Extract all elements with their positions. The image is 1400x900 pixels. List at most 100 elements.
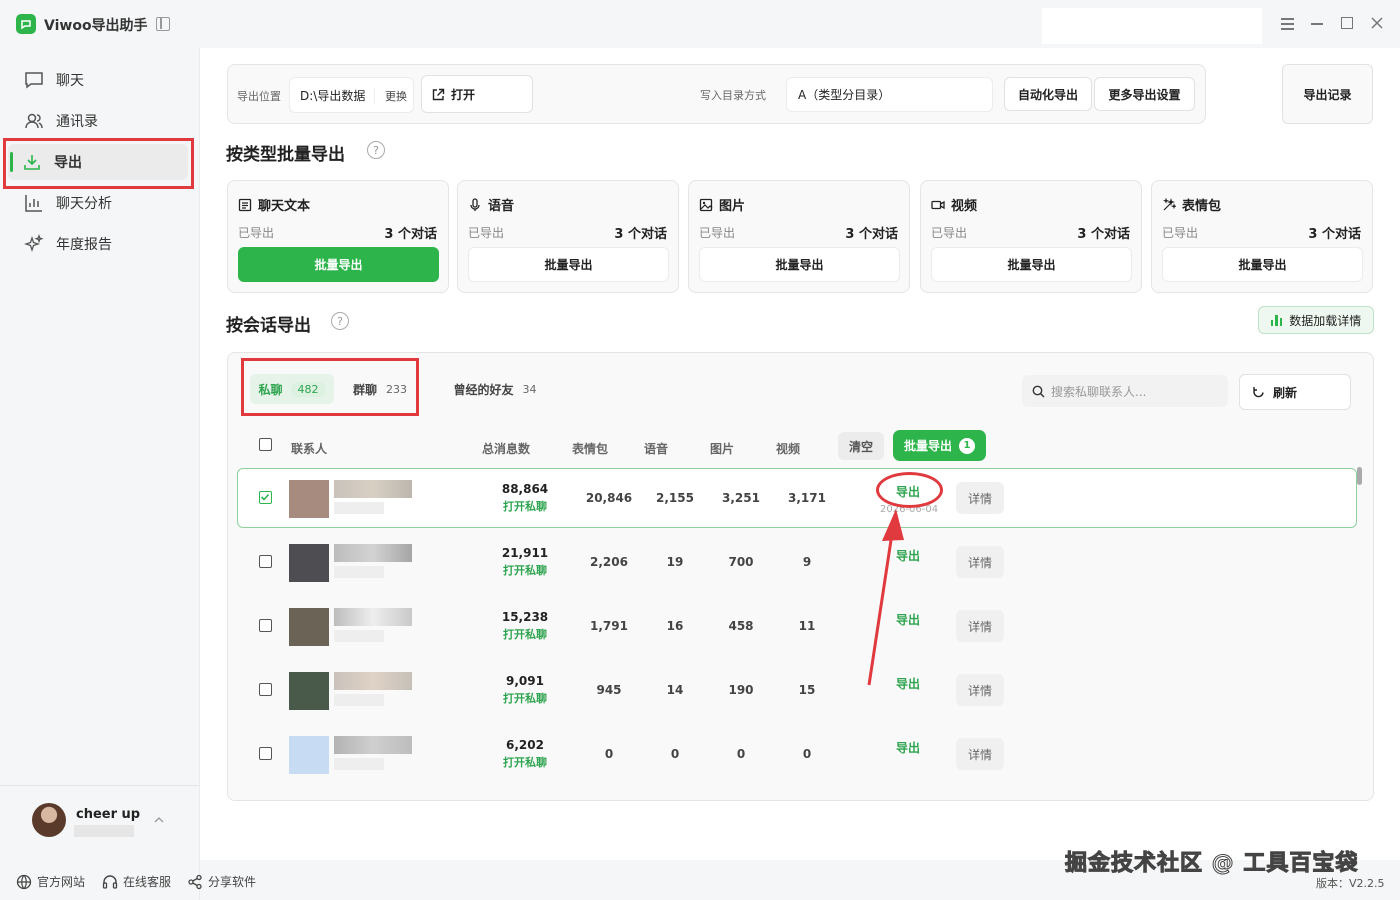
dir-mode-select[interactable]: A（类型分目录） xyxy=(786,77,993,112)
refresh-label: 刷新 xyxy=(1273,385,1298,400)
row-detail-button[interactable]: 详情 xyxy=(956,738,1004,770)
app-logo-icon xyxy=(16,14,36,34)
row-sticker: 2,206 xyxy=(590,555,628,569)
footer-official-site[interactable]: 官方网站 xyxy=(16,873,85,890)
exported-label: 已导出 xyxy=(931,226,968,240)
row-total: 88,864 xyxy=(501,482,549,496)
exported-count: 3 个对话 xyxy=(1077,227,1130,242)
tab-count-badge: 34 xyxy=(522,382,537,396)
exported-label: 已导出 xyxy=(238,226,275,240)
batch-export-button[interactable]: 批量导出 xyxy=(931,247,1132,282)
sidebar-item-contacts[interactable]: 通讯录 xyxy=(10,103,190,139)
tab-group-chat[interactable]: 群聊 233 xyxy=(345,374,415,404)
annotation-ellipse xyxy=(876,472,943,508)
session-section-title: 按会话导出 xyxy=(226,316,311,336)
sidebar-item-chat[interactable]: 聊天 xyxy=(10,62,190,98)
col-image[interactable]: 图片 xyxy=(710,440,734,457)
exported-label: 已导出 xyxy=(699,226,736,240)
scrollbar-thumb[interactable] xyxy=(1357,467,1362,485)
open-chat-link[interactable]: 打开私聊 xyxy=(490,754,560,770)
row-checkbox[interactable] xyxy=(259,683,272,696)
annotation-arrow xyxy=(867,509,904,686)
auto-export-button[interactable]: 自动化导出 xyxy=(1004,77,1092,111)
contact-name-redacted xyxy=(334,736,412,754)
change-path-button[interactable]: 更换 xyxy=(374,88,407,104)
sidebar-item-annual-report[interactable]: 年度报告 xyxy=(10,226,190,262)
contact-avatar xyxy=(289,480,329,518)
refresh-button[interactable]: 刷新 xyxy=(1239,374,1351,410)
batch-card-title: 视频 xyxy=(931,195,977,214)
footer-online-support[interactable]: 在线客服 xyxy=(102,873,171,890)
chevron-up-icon[interactable] xyxy=(154,816,164,824)
row-video: 9 xyxy=(802,555,812,569)
col-total[interactable]: 总消息数 xyxy=(482,440,530,457)
batch-export-button[interactable]: 批量导出 xyxy=(1162,247,1363,282)
minimize-icon[interactable] xyxy=(1311,23,1323,25)
row-detail-button[interactable]: 详情 xyxy=(956,546,1004,578)
tab-private-chat[interactable]: 私聊 482 xyxy=(250,374,334,404)
more-settings-button[interactable]: 更多导出设置 xyxy=(1094,77,1195,111)
tab-label: 群聊 xyxy=(352,382,377,397)
clear-button[interactable]: 清空 xyxy=(838,432,884,460)
share-icon xyxy=(187,874,203,890)
sidebar-item-analysis[interactable]: 聊天分析 xyxy=(10,185,190,221)
tab-count-badge: 482 xyxy=(290,381,326,397)
row-image: 3,251 xyxy=(722,491,760,505)
menu-icon[interactable] xyxy=(1281,18,1294,30)
row-voice: 16 xyxy=(666,619,684,633)
open-chat-link[interactable]: 打开私聊 xyxy=(490,562,560,578)
avatar[interactable] xyxy=(32,803,66,837)
data-load-details-label: 数据加载详情 xyxy=(1289,313,1362,328)
row-detail-button[interactable]: 详情 xyxy=(956,674,1004,706)
row-export-button[interactable]: 导出 xyxy=(896,739,920,756)
row-checkbox[interactable] xyxy=(259,491,272,504)
row-image: 0 xyxy=(736,747,746,761)
contact-id-redacted xyxy=(334,566,384,578)
search-box[interactable]: 搜索私聊联系人... xyxy=(1022,375,1228,407)
batch-card-0: 聊天文本 已导出 3 个对话 批量导出 xyxy=(227,180,449,293)
maximize-icon[interactable] xyxy=(1341,17,1353,29)
exported-count: 3 个对话 xyxy=(1308,227,1361,242)
open-chat-link[interactable]: 打开私聊 xyxy=(490,498,560,514)
row-checkbox[interactable] xyxy=(259,619,272,632)
batch-export-button[interactable]: 批量导出 xyxy=(699,247,900,282)
row-detail-button[interactable]: 详情 xyxy=(956,482,1004,514)
contact-id-redacted xyxy=(334,694,384,706)
col-voice[interactable]: 语音 xyxy=(644,440,668,457)
open-folder-button[interactable]: 打开 xyxy=(421,75,533,113)
sidebar-item-export[interactable]: 导出 xyxy=(8,144,188,180)
download-icon xyxy=(22,152,42,172)
collapse-sidebar-icon[interactable] xyxy=(156,17,170,31)
exported-label: 已导出 xyxy=(468,226,505,240)
magic-wand-icon xyxy=(1162,197,1176,212)
batch-export-selected-button[interactable]: 批量导出 1 xyxy=(893,430,986,461)
export-records-button[interactable]: 导出记录 xyxy=(1282,64,1373,124)
help-icon[interactable]: ? xyxy=(367,141,385,159)
chat-icon xyxy=(24,70,44,90)
tab-label: 私聊 xyxy=(258,382,283,397)
data-load-details-button[interactable]: 数据加载详情 xyxy=(1258,306,1374,334)
row-checkbox[interactable] xyxy=(259,747,272,760)
row-checkbox[interactable] xyxy=(259,555,272,568)
select-all-checkbox[interactable] xyxy=(259,438,272,451)
batch-export-button[interactable]: 批量导出 xyxy=(468,247,669,282)
help-icon[interactable]: ? xyxy=(331,312,349,330)
row-detail-button[interactable]: 详情 xyxy=(956,610,1004,642)
open-chat-link[interactable]: 打开私聊 xyxy=(490,626,560,642)
close-icon[interactable] xyxy=(1369,15,1385,31)
batch-card-4: 表情包 已导出 3 个对话 批量导出 xyxy=(1151,180,1373,293)
globe-icon xyxy=(16,874,32,890)
col-sticker[interactable]: 表情包 xyxy=(572,440,608,457)
export-path-field[interactable]: D:\导出数据 更换 xyxy=(289,77,414,113)
batch-export-button[interactable]: 批量导出 xyxy=(238,247,439,282)
search-input[interactable]: 搜索私聊联系人... xyxy=(1051,383,1146,400)
col-video[interactable]: 视频 xyxy=(776,440,800,457)
bar-chart-icon xyxy=(1270,314,1283,326)
sidebar-item-label: 通讯录 xyxy=(56,114,98,130)
open-chat-link[interactable]: 打开私聊 xyxy=(490,690,560,706)
selected-count-badge: 1 xyxy=(959,437,975,454)
sidebar-item-label: 聊天 xyxy=(56,73,84,89)
footer-label: 在线客服 xyxy=(123,875,172,889)
tab-former-friends[interactable]: 曾经的好友 34 xyxy=(440,374,550,404)
footer-share-software[interactable]: 分享软件 xyxy=(187,873,256,890)
